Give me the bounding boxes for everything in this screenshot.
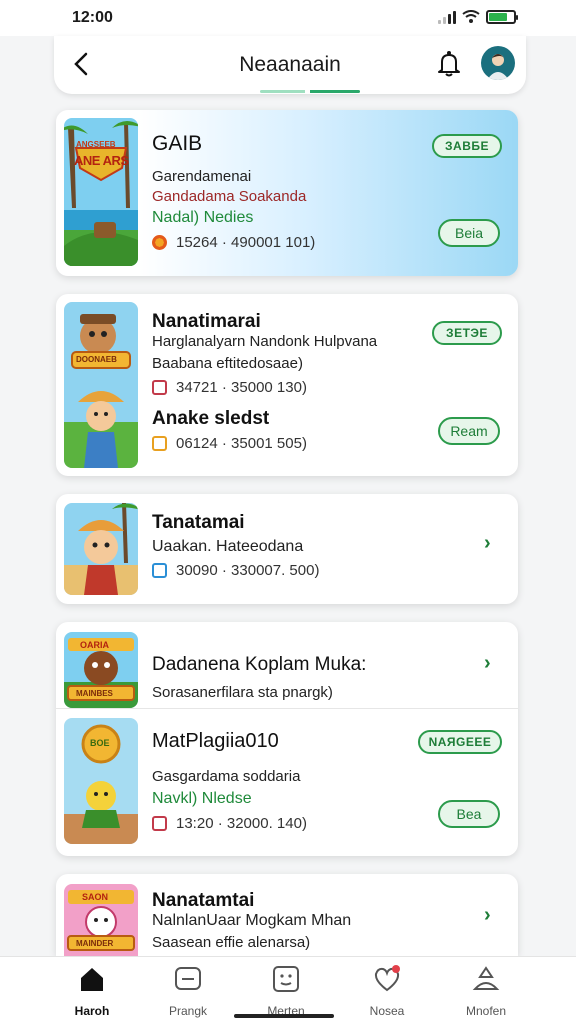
calendar-icon xyxy=(152,436,167,451)
game-description: Baabana eftitedosaae) xyxy=(152,355,303,372)
thumbnail-banner: DOONAEB xyxy=(76,355,117,364)
tab-chat[interactable]: Prangk xyxy=(148,965,228,1018)
heart-notification-icon xyxy=(374,965,400,992)
signal-icon xyxy=(438,10,456,24)
game-meta-text: 34721 · 35000 130) xyxy=(176,379,307,396)
calendar-icon xyxy=(152,380,167,395)
game-title: MatPlagiia010 xyxy=(152,730,279,752)
game-thumbnail: OARIA MAINBES xyxy=(64,632,138,708)
app-header: Neaanaain xyxy=(54,36,526,94)
game-thumbnail: SAON MAINDER xyxy=(64,884,138,956)
face-icon xyxy=(273,966,299,992)
profile-icon xyxy=(472,966,500,990)
game-meta: 13:20 · 32000. 140) xyxy=(152,815,307,832)
status-bar: 12:00 xyxy=(0,0,576,36)
calendar-icon xyxy=(152,563,167,578)
game-subtitle: Sorasanerfilara sta pnargk) xyxy=(152,684,333,701)
game-thumbnail: DOONAEB xyxy=(64,302,138,468)
action-button[interactable]: Beia xyxy=(438,219,500,247)
game-title: Dadanena Koplam Muka: xyxy=(152,654,367,675)
game-subtitle: Garendamenai xyxy=(152,168,252,185)
tab-label: Nosea xyxy=(369,1004,405,1018)
game-meta-text: 06124 · 35001 505) xyxy=(176,435,307,452)
status-badge: ЗАВБЕ xyxy=(432,134,502,158)
thumbnail-banner-top: OARIA xyxy=(80,640,109,650)
thumbnail-banner-bottom: MAINDER xyxy=(76,939,114,948)
thumbnail-banner-main: ANE ARS xyxy=(74,153,129,168)
game-card[interactable]: SAON MAINDER Nanatamtai NalnlanUaar Mogk… xyxy=(56,874,518,956)
bell-icon[interactable] xyxy=(436,50,462,78)
tab-label: Mnofen xyxy=(465,1004,507,1018)
tab-notifications[interactable]: Nosea xyxy=(347,965,427,1018)
game-meta: 15264 · 490001 101) xyxy=(152,234,315,251)
user-avatar[interactable] xyxy=(481,46,515,80)
wifi-icon xyxy=(462,10,480,23)
status-indicators xyxy=(438,10,518,24)
game-title: GAIB xyxy=(152,132,203,155)
game-meta: 30090 · 330007. 500) xyxy=(152,562,319,579)
game-meta-text: 13:20 · 32000. 140) xyxy=(176,815,307,832)
chevron-right-icon[interactable]: › xyxy=(484,904,491,927)
tab-label: Haroh xyxy=(74,1004,110,1018)
game-card[interactable]: DOONAEB Nanatimarai Harglanalyarn Nandon… xyxy=(56,294,518,476)
game-title: Nanatimarai xyxy=(152,311,261,332)
game-meta-text: 30090 · 330007. 500) xyxy=(176,562,320,579)
game-tag: Navkl) Nledse xyxy=(152,790,252,807)
tab-label: Prangk xyxy=(168,1004,208,1018)
battery-icon xyxy=(486,10,518,24)
game-card-group: OARIA MAINBES Dadanena Koplam Muka: Sora… xyxy=(56,622,518,856)
game-subtitle: Uaakan. Hateeodana xyxy=(152,538,304,555)
game-description: Saasean effie alenarsa) xyxy=(152,934,311,951)
chat-icon xyxy=(175,967,201,990)
game-card[interactable]: Tanatamai Uaakan. Hateeodana 30090 · 330… xyxy=(56,494,518,604)
game-thumbnail xyxy=(64,503,138,595)
tab-profile[interactable]: Mnofen xyxy=(446,965,526,1018)
thumbnail-banner-bottom: MAINBES xyxy=(76,689,113,698)
thumbnail-banner-top: SAON xyxy=(82,892,109,902)
calendar-icon xyxy=(152,816,167,831)
chevron-right-icon[interactable]: › xyxy=(484,532,491,555)
chevron-right-icon[interactable]: › xyxy=(484,652,491,675)
home-indicator[interactable] xyxy=(234,1014,334,1018)
action-button[interactable]: Ream xyxy=(438,417,500,445)
game-card[interactable]: ANGSEEB ANE ARS GAIB Garendamenai Gandad… xyxy=(56,110,518,276)
status-time: 12:00 xyxy=(72,9,113,26)
game-subtitle: NalnlanUaar Mogkam Mhan xyxy=(152,912,352,929)
game-tag: Nadal) Nedies xyxy=(152,209,254,226)
game-meta-text: 15264 · 490001 101) xyxy=(176,234,316,251)
home-icon xyxy=(81,968,103,991)
divider xyxy=(56,708,518,709)
game-title: Tanatamai xyxy=(152,512,245,533)
thumbnail-banner: BOE xyxy=(90,738,110,748)
game-description: Gandadama Soakanda xyxy=(152,188,307,205)
tab-face[interactable]: Merten xyxy=(246,965,326,1018)
battery-level xyxy=(489,13,507,21)
game-title: Nanatamtai xyxy=(152,890,255,911)
title-underline xyxy=(260,90,360,93)
game-meta: 34721 · 35000 130) xyxy=(152,379,307,396)
game-title: Anake sledst xyxy=(152,408,270,429)
action-button[interactable]: Bea xyxy=(438,800,500,828)
game-meta: 06124 · 35001 505) xyxy=(152,435,307,452)
game-thumbnail: ANGSEEB ANE ARS xyxy=(64,118,138,266)
game-thumbnail: BOE xyxy=(64,718,138,844)
thumbnail-banner-top: ANGSEEB xyxy=(76,140,116,149)
sun-icon xyxy=(152,235,167,250)
game-subtitle: Harglanalyarn Nandonk Hulpvana xyxy=(152,333,378,350)
tab-home[interactable]: Haroh xyxy=(52,965,132,1018)
game-subtitle: Gasgardama soddaria xyxy=(152,768,301,785)
status-badge: NAЯGEEE xyxy=(418,730,502,754)
status-badge: ЗЕТЭЕ xyxy=(432,321,502,345)
